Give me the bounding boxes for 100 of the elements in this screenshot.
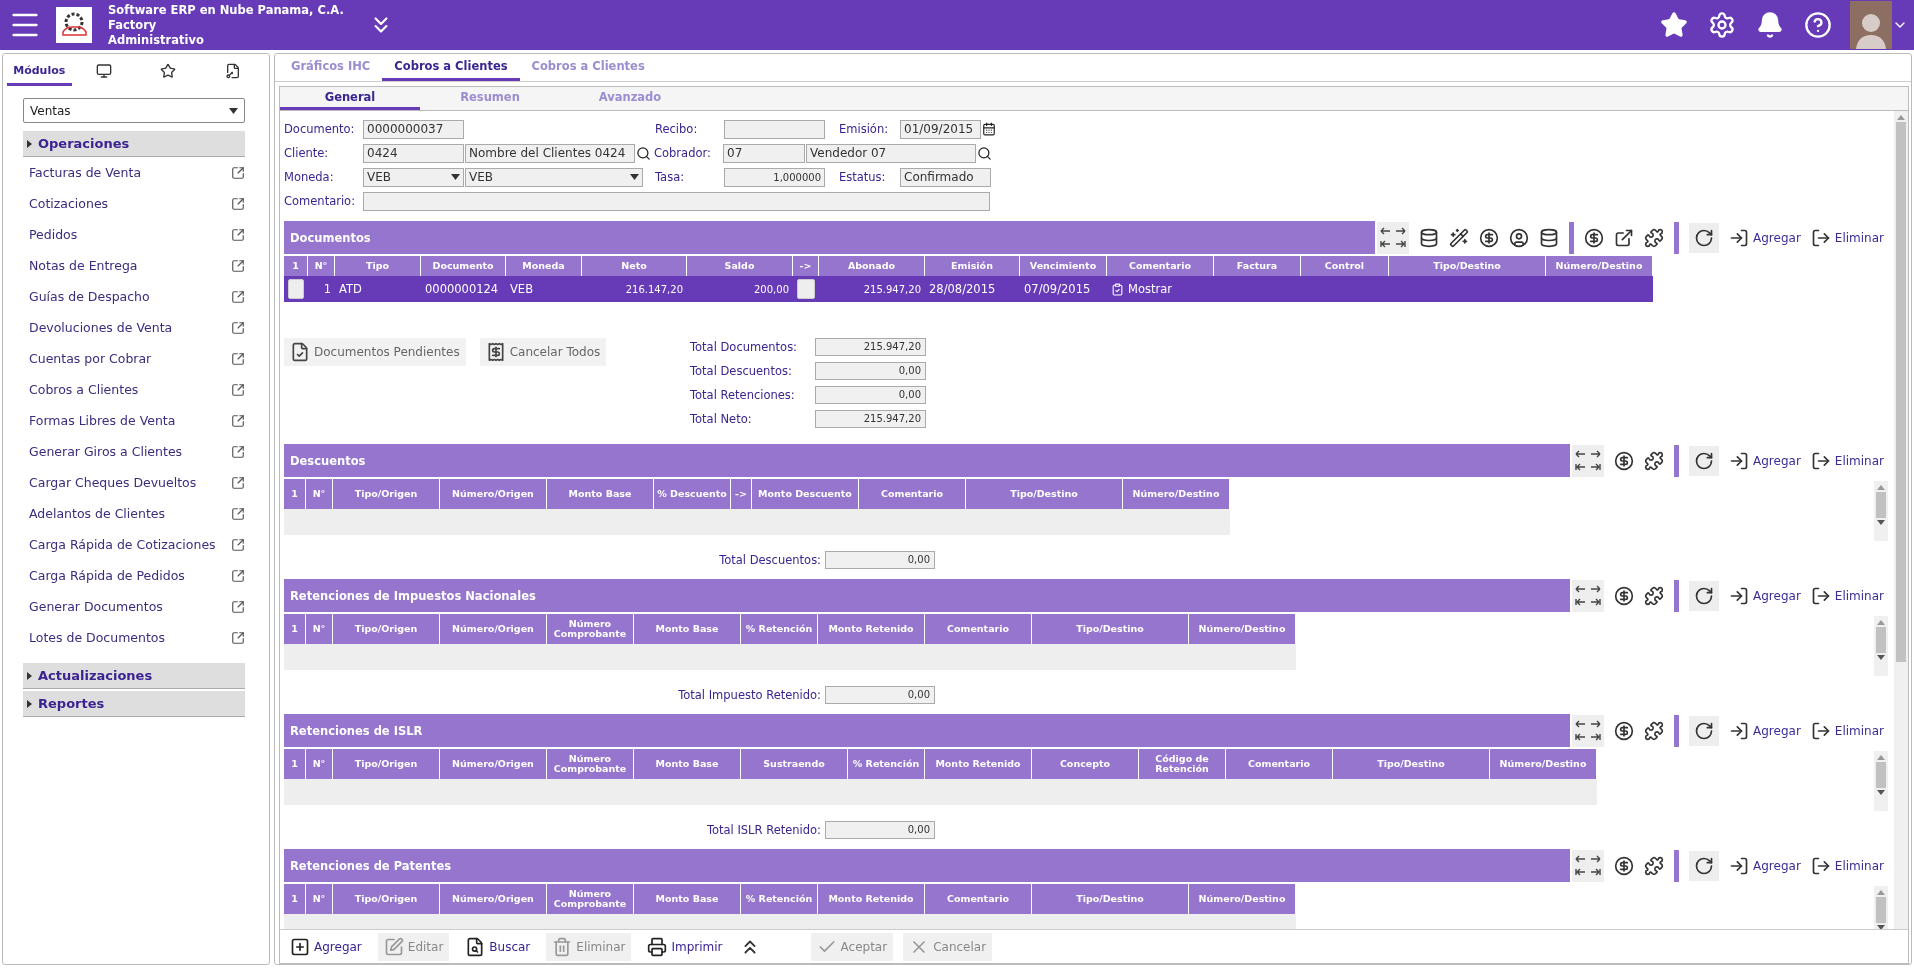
sidebar-item[interactable]: Generar Documentos — [29, 591, 245, 622]
search-icon[interactable] — [977, 145, 992, 161]
open-link-icon[interactable] — [231, 258, 245, 273]
open-link-icon[interactable] — [231, 506, 245, 521]
search-button[interactable]: Buscar — [459, 932, 537, 961]
rate-field[interactable]: 1,000000 — [724, 167, 825, 187]
resize-arrows-icon[interactable] — [1572, 579, 1605, 612]
scroll-down-icon[interactable] — [1877, 520, 1885, 525]
table-row[interactable]: 1 ATD 0000000124 VEB 216.147,20 200,00 215.947,20 28/08/2015 07/09/2015 Mostrar — [284, 276, 1653, 302]
search-icon[interactable] — [636, 145, 651, 161]
user-icon[interactable] — [1509, 227, 1530, 248]
scrollbar[interactable] — [1894, 111, 1908, 929]
add-link[interactable]: Agregar — [1729, 450, 1801, 471]
open-link-icon[interactable] — [231, 568, 245, 583]
sidebar-item[interactable]: Carga Rápida de Pedidos — [29, 560, 245, 591]
comment-field[interactable] — [363, 191, 990, 211]
sidebar-item[interactable]: Formas Libres de Venta — [29, 405, 245, 436]
show-link[interactable]: Mostrar — [1128, 282, 1172, 296]
database-icon[interactable] — [1539, 227, 1560, 248]
resize-arrows-icon[interactable] — [1572, 444, 1605, 477]
add-link[interactable]: Agregar — [1729, 227, 1801, 248]
open-link-icon[interactable] — [231, 537, 245, 552]
add-link[interactable]: Agregar — [1729, 585, 1801, 606]
group-header[interactable]: Operaciones — [23, 131, 245, 157]
delete-link[interactable]: Eliminar — [1810, 855, 1884, 876]
tab[interactable]: General — [280, 87, 420, 110]
dollar-icon[interactable] — [1479, 227, 1500, 248]
scroll-down-icon[interactable] — [1877, 790, 1885, 795]
sidebar-item[interactable]: Pedidos — [29, 219, 245, 250]
wand-icon[interactable] — [1449, 227, 1470, 248]
open-link-icon[interactable] — [231, 227, 245, 242]
open-link-icon[interactable] — [231, 196, 245, 211]
dollar-icon[interactable] — [1614, 450, 1635, 471]
resize-arrows-icon[interactable] — [1572, 714, 1605, 747]
scrollbar[interactable] — [1874, 481, 1888, 541]
delete-link[interactable]: Eliminar — [1810, 585, 1884, 606]
sidebar-item[interactable]: Cuentas por Cobrar — [29, 343, 245, 374]
refresh-button[interactable] — [1689, 715, 1720, 746]
add-button[interactable]: Agregar — [284, 932, 368, 961]
open-link-icon[interactable] — [231, 289, 245, 304]
client-name-field[interactable]: Nombre del Clientes 0424 — [465, 143, 635, 163]
puzzle-icon[interactable] — [1644, 450, 1665, 471]
puzzle-icon[interactable] — [1644, 855, 1665, 876]
sidebar-item[interactable]: Notas de Entrega — [29, 250, 245, 281]
module-select[interactable]: Ventas — [23, 98, 245, 123]
scrollbar[interactable] — [1874, 751, 1888, 811]
sidebar-item[interactable]: Generar Giros a Clientes — [29, 436, 245, 467]
settings-icon[interactable] — [1708, 11, 1736, 39]
delete-link[interactable]: Eliminar — [1810, 450, 1884, 471]
help-icon[interactable] — [1804, 11, 1832, 39]
open-link-icon[interactable] — [231, 444, 245, 459]
client-code-field[interactable]: 0424 — [363, 143, 464, 163]
scroll-down-icon[interactable] — [1877, 655, 1885, 660]
sidebar-item[interactable]: Devoluciones de Venta — [29, 312, 245, 343]
open-link-icon[interactable] — [231, 630, 245, 645]
external-link-icon[interactable] — [1614, 227, 1635, 248]
refresh-button[interactable] — [1689, 580, 1720, 611]
row-checkbox[interactable] — [288, 279, 304, 299]
open-link-icon[interactable] — [231, 320, 245, 335]
group-header[interactable]: Reportes — [23, 691, 245, 717]
refresh-button[interactable] — [1689, 445, 1720, 476]
sidebar-item[interactable]: Guías de Despacho — [29, 281, 245, 312]
open-link-icon[interactable] — [231, 382, 245, 397]
date-field[interactable]: 01/09/2015 — [900, 119, 981, 139]
sidebar-tab[interactable]: Módulos — [7, 58, 72, 86]
open-link-icon[interactable] — [231, 599, 245, 614]
puzzle-icon[interactable] — [1644, 720, 1665, 741]
puzzle-icon[interactable] — [1644, 585, 1665, 606]
refresh-button[interactable] — [1689, 222, 1720, 253]
tab[interactable]: Cobros a Clientes — [382, 54, 520, 81]
sidebar-item[interactable]: Carga Rápida de Cotizaciones — [29, 529, 245, 560]
status-field[interactable]: Confirmado — [900, 167, 991, 187]
add-link[interactable]: Agregar — [1729, 720, 1801, 741]
star-icon[interactable] — [1660, 11, 1688, 39]
currency-select[interactable]: VEB — [363, 167, 464, 187]
print-button[interactable]: Imprimir — [641, 932, 729, 961]
collector-name-field[interactable]: Vendedor 07 — [806, 143, 976, 163]
scrollbar[interactable] — [1874, 886, 1888, 929]
open-link-icon[interactable] — [231, 475, 245, 490]
delete-link[interactable]: Eliminar — [1810, 720, 1884, 741]
puzzle-icon[interactable] — [1644, 227, 1665, 248]
resize-arrows-icon[interactable] — [1377, 221, 1410, 254]
refresh-button[interactable] — [1689, 850, 1720, 881]
sidebar-item[interactable]: Cargar Cheques Devueltos — [29, 467, 245, 498]
receipt-field[interactable] — [724, 119, 825, 139]
document-field[interactable]: 0000000037 — [363, 119, 464, 139]
sidebar-item[interactable]: Lotes de Documentos — [29, 622, 245, 653]
dollar-icon[interactable] — [1584, 227, 1605, 248]
transfer-checkbox[interactable] — [797, 279, 815, 299]
open-link-icon[interactable] — [231, 413, 245, 428]
open-link-icon[interactable] — [231, 351, 245, 366]
database-icon[interactable] — [1419, 227, 1440, 248]
sidebar-item[interactable]: Cotizaciones — [29, 188, 245, 219]
open-link-icon[interactable] — [231, 165, 245, 180]
group-header[interactable]: Actualizaciones — [23, 663, 245, 689]
sidebar-item[interactable]: Adelantos de Clientes — [29, 498, 245, 529]
delete-link[interactable]: Eliminar — [1810, 227, 1884, 248]
currency-select[interactable]: VEB — [465, 167, 643, 187]
calendar-icon[interactable] — [982, 122, 996, 136]
bell-icon[interactable] — [1756, 11, 1784, 39]
